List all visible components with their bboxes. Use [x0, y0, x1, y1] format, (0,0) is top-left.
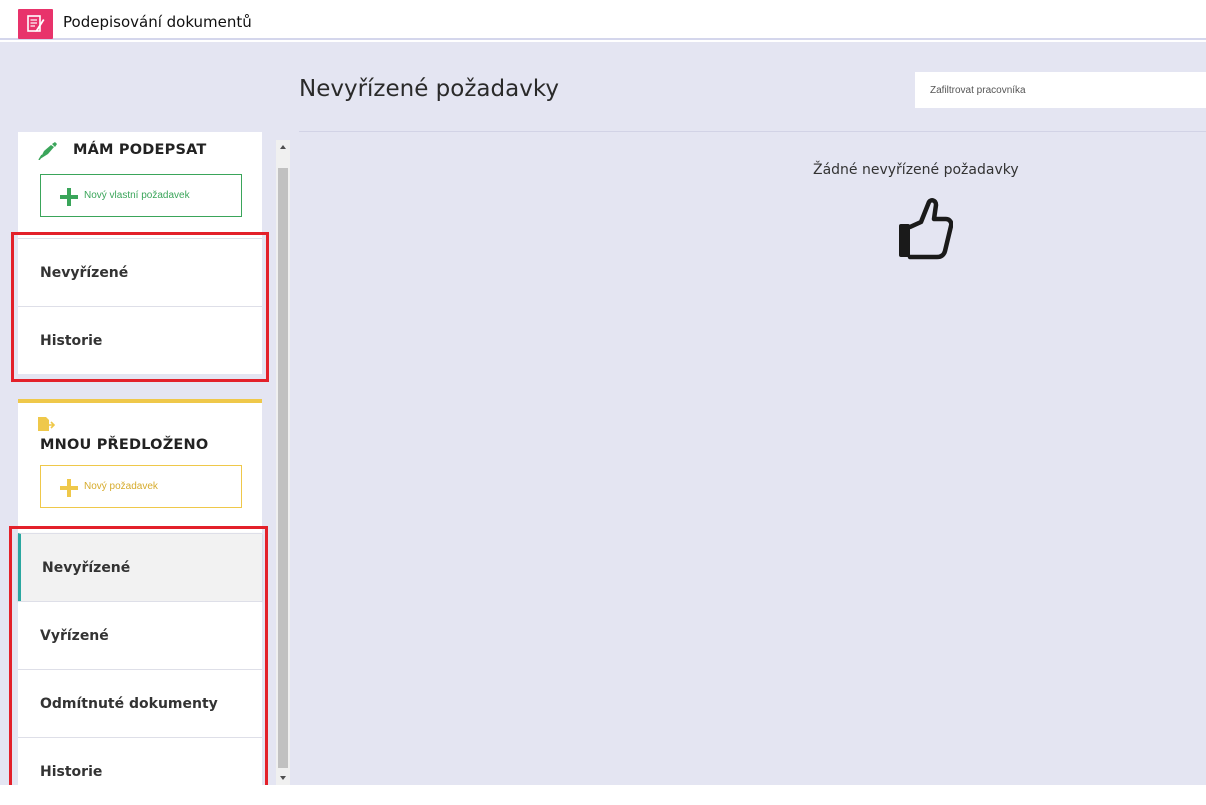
new-own-request-label: Nový vlastní požadavek — [84, 190, 190, 201]
nav-item-label: Nevyřízené — [42, 560, 131, 576]
submitted-nav-pending[interactable]: Nevyřízené — [18, 533, 262, 601]
document-send-icon — [38, 417, 56, 431]
filter-employee-input[interactable] — [915, 72, 1206, 108]
app-title: Podepisování dokumentů — [63, 13, 252, 31]
scroll-down-icon[interactable] — [276, 771, 290, 785]
plus-icon — [60, 479, 78, 497]
empty-state-message: Žádné nevyřízené požadavky — [813, 162, 1019, 178]
signature-document-icon — [18, 9, 53, 39]
pen-icon — [38, 142, 57, 160]
sign-nav-history[interactable]: Historie — [18, 306, 262, 374]
nav-item-label: Vyřízené — [40, 628, 109, 644]
app-header: Podepisování dokumentů — [0, 0, 1206, 40]
plus-icon — [60, 188, 78, 206]
nav-item-label: Historie — [40, 764, 103, 780]
sign-section-panel: MÁM PODEPSAT Nový vlastní požadavek Nevy… — [18, 132, 262, 374]
new-own-request-button[interactable]: Nový vlastní požadavek — [40, 174, 242, 217]
submitted-nav-resolved[interactable]: Vyřízené — [18, 601, 262, 669]
title-divider — [299, 131, 1206, 132]
nav-item-label: Historie — [40, 333, 103, 349]
submitted-section-panel: MNOU PŘEDLOŽENO Nový požadavek Nevyřízen… — [18, 399, 262, 805]
sign-section-heading: MÁM PODEPSAT — [73, 142, 207, 158]
sidebar-scrollbar[interactable] — [276, 140, 290, 785]
submitted-nav-history[interactable]: Historie — [18, 737, 262, 805]
sign-nav-pending[interactable]: Nevyřízené — [18, 238, 262, 306]
scrollbar-thumb[interactable] — [278, 168, 288, 768]
nav-item-label: Nevyřízené — [40, 265, 129, 281]
scroll-up-icon[interactable] — [276, 140, 290, 154]
nav-item-label: Odmítnuté dokumenty — [40, 696, 218, 712]
thumbs-up-icon — [897, 198, 954, 264]
new-request-button[interactable]: Nový požadavek — [40, 465, 242, 508]
submitted-section-heading: MNOU PŘEDLOŽENO — [40, 437, 209, 453]
submitted-nav-rejected[interactable]: Odmítnuté dokumenty — [18, 669, 262, 737]
new-request-label: Nový požadavek — [84, 481, 158, 492]
page-title: Nevyřízené požadavky — [299, 76, 559, 102]
